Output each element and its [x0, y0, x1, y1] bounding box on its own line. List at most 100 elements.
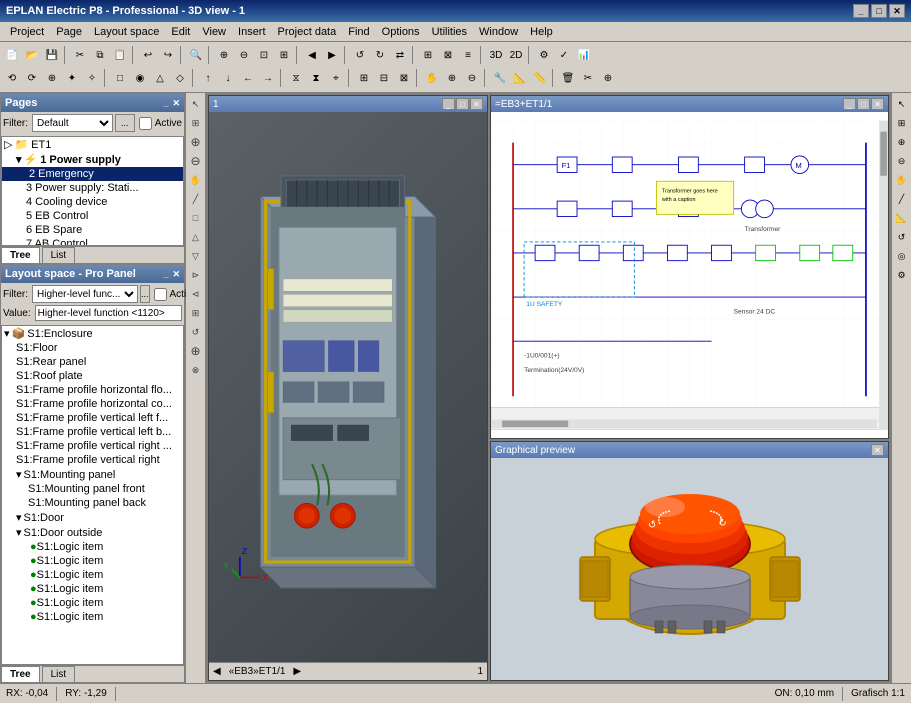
lt-down[interactable]: ▽: [187, 247, 205, 265]
lt-pan[interactable]: ✋: [187, 171, 205, 189]
lt-right[interactable]: ⊳: [187, 266, 205, 284]
minimize-button[interactable]: _: [853, 4, 869, 18]
lt-add[interactable]: ⊕: [187, 342, 205, 360]
layout-panel-close[interactable]: ✕: [172, 269, 180, 280]
window-3d-nav-right[interactable]: ▶: [293, 666, 301, 677]
tb-copy[interactable]: ⧉: [90, 45, 110, 65]
lt-zoom-out[interactable]: ⊖: [187, 152, 205, 170]
window-3d-close[interactable]: ✕: [470, 98, 483, 110]
tb-prev[interactable]: ◀: [302, 45, 322, 65]
rt-properties[interactable]: ⚙: [893, 266, 911, 284]
tb2-22[interactable]: ⊖: [462, 68, 482, 88]
layout-value-input[interactable]: [35, 305, 182, 321]
tb2-21[interactable]: ⊕: [442, 68, 462, 88]
tb2-12[interactable]: ←: [238, 68, 258, 88]
tb-new[interactable]: 📄: [2, 45, 22, 65]
layout-item-fpvr-b[interactable]: S1:Frame profile vertical right: [2, 453, 183, 467]
tb-2d[interactable]: 2D: [506, 45, 526, 65]
layout-item-logic-3[interactable]: ● S1:Logic item: [2, 568, 183, 582]
window-schematic-min[interactable]: _: [843, 98, 856, 110]
layout-item-floor[interactable]: S1:Floor: [2, 341, 183, 355]
window-schematic-controls[interactable]: _ □ ✕: [843, 98, 884, 110]
window-preview-controls[interactable]: ✕: [871, 444, 884, 456]
layout-item-logic-5[interactable]: ● S1:Logic item: [2, 596, 183, 610]
lt-line[interactable]: ╱: [187, 190, 205, 208]
layout-item-mount-back[interactable]: S1:Mounting panel back: [2, 496, 183, 510]
pages-panel-close[interactable]: ✕: [172, 98, 180, 109]
menu-window[interactable]: Window: [473, 25, 524, 39]
layout-filter-btn[interactable]: ...: [140, 285, 150, 303]
layout-item-fpvl-f[interactable]: S1:Frame profile vertical left f...: [2, 411, 183, 425]
tb-properties[interactable]: ⚙: [534, 45, 554, 65]
tb-paste[interactable]: 📋: [110, 45, 130, 65]
pages-tree-ab-control[interactable]: 7 AB Control: [2, 237, 183, 246]
lt-triangle[interactable]: △: [187, 228, 205, 246]
tb2-28[interactable]: ⊕: [598, 68, 618, 88]
tb-zoom-in[interactable]: ⊕: [214, 45, 234, 65]
window-3d-min[interactable]: _: [442, 98, 455, 110]
layout-tab-tree[interactable]: Tree: [1, 666, 40, 682]
tb-open[interactable]: 📂: [22, 45, 42, 65]
layout-item-logic-1[interactable]: ● S1:Logic item: [2, 540, 183, 554]
tb2-26[interactable]: 🗑: [558, 68, 578, 88]
layout-tree-scroll[interactable]: ▾📦S1:Enclosure S1:Floor S1:Rear panel S1…: [1, 325, 184, 665]
menu-project[interactable]: Project: [4, 25, 50, 39]
layout-item-mounting[interactable]: ▾S1:Mounting panel: [2, 467, 183, 482]
tb2-5[interactable]: ✧: [82, 68, 102, 88]
rt-zoom-in[interactable]: ⊕: [893, 133, 911, 151]
lt-box[interactable]: ⊞: [187, 114, 205, 132]
tb-snap[interactable]: ⊠: [438, 45, 458, 65]
tb2-3[interactable]: ⊕: [42, 68, 62, 88]
pages-tree-scroll[interactable]: ▷ 📁 ET1 ▾ ⚡ 1 Power supply 2 Emergency 3…: [1, 136, 184, 246]
menu-page[interactable]: Page: [50, 25, 88, 39]
rt-measure[interactable]: 📐: [893, 209, 911, 227]
layout-item-fph-flo[interactable]: S1:Frame profile horizontal flo...: [2, 383, 183, 397]
rt-line[interactable]: ╱: [893, 190, 911, 208]
tb2-1[interactable]: ⟲: [2, 68, 22, 88]
window-3d-nav-left[interactable]: ◀: [213, 666, 221, 677]
tb-report[interactable]: 📊: [574, 45, 594, 65]
tb2-16[interactable]: ⌖: [326, 68, 346, 88]
tb-cut[interactable]: ✂: [70, 45, 90, 65]
tb-rotate[interactable]: ↺: [350, 45, 370, 65]
layout-item-fph-co[interactable]: S1:Frame profile horizontal co...: [2, 397, 183, 411]
layout-tab-list[interactable]: List: [42, 666, 76, 682]
tb2-6[interactable]: □: [110, 68, 130, 88]
window-schematic-max[interactable]: □: [857, 98, 870, 110]
menu-utilities[interactable]: Utilities: [426, 25, 473, 39]
layout-item-enclosure[interactable]: ▾📦S1:Enclosure: [2, 326, 183, 341]
menu-project-data[interactable]: Project data: [272, 25, 343, 39]
layout-item-logic-6[interactable]: ● S1:Logic item: [2, 610, 183, 624]
tb2-11[interactable]: ↓: [218, 68, 238, 88]
layout-item-roof[interactable]: S1:Roof plate: [2, 369, 183, 383]
pages-tab-list[interactable]: List: [42, 247, 76, 263]
layout-item-fpvr-f[interactable]: S1:Frame profile vertical right ...: [2, 439, 183, 453]
layout-item-door-outside[interactable]: ▾S1:Door outside: [2, 525, 183, 540]
lt-rotate[interactable]: ↺: [187, 323, 205, 341]
window-3d-max[interactable]: □: [456, 98, 469, 110]
tb2-17[interactable]: ⊞: [354, 68, 374, 88]
tb-grid[interactable]: ⊞: [418, 45, 438, 65]
rt-rotate[interactable]: ↺: [893, 228, 911, 246]
tb-find[interactable]: 🔍: [186, 45, 206, 65]
rt-box[interactable]: ⊞: [893, 114, 911, 132]
menu-options[interactable]: Options: [376, 25, 426, 39]
tb2-9[interactable]: ◇: [170, 68, 190, 88]
layout-item-rear[interactable]: S1:Rear panel: [2, 355, 183, 369]
pages-tree-eb-control[interactable]: 5 EB Control: [2, 209, 183, 223]
tb-zoom-window[interactable]: ⊞: [274, 45, 294, 65]
tb2-27[interactable]: ✂: [578, 68, 598, 88]
tb2-20[interactable]: ✋: [422, 68, 442, 88]
tb-3d[interactable]: 3D: [486, 45, 506, 65]
title-bar-controls[interactable]: _ □ ✕: [853, 4, 905, 18]
menu-find[interactable]: Find: [342, 25, 375, 39]
rt-pan[interactable]: ✋: [893, 171, 911, 189]
tb-save[interactable]: 💾: [42, 45, 62, 65]
tb-layer[interactable]: ≡: [458, 45, 478, 65]
lt-cross[interactable]: ⊗: [187, 361, 205, 379]
tb-mirror[interactable]: ⇄: [390, 45, 410, 65]
tb-zoom-out[interactable]: ⊖: [234, 45, 254, 65]
close-button[interactable]: ✕: [889, 4, 905, 18]
tb-zoom-fit[interactable]: ⊡: [254, 45, 274, 65]
pages-filter-btn[interactable]: ...: [115, 114, 135, 132]
